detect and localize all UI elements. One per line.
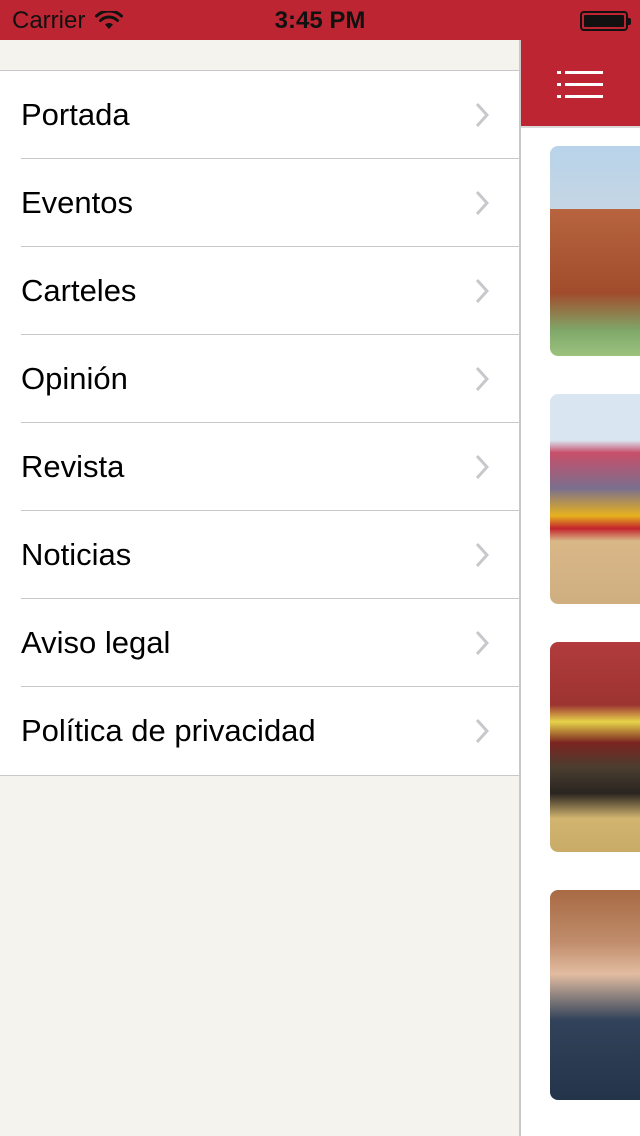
menu-list: Portada Eventos Carteles Opinión Revista… [0,70,519,776]
chevron-right-icon [475,542,489,568]
article-thumbnail[interactable] [550,642,640,852]
battery-icon [580,11,631,31]
article-thumbnail[interactable] [550,146,640,356]
menu-item-label: Opinión [21,361,128,396]
menu-item-portada[interactable]: Portada [0,71,519,159]
nav-bar [521,40,640,128]
chevron-right-icon [475,454,489,480]
menu-item-label: Portada [21,97,130,132]
menu-item-label: Eventos [21,185,134,220]
menu-item-carteles[interactable]: Carteles [0,247,519,335]
chevron-right-icon [475,718,489,744]
chevron-right-icon [475,278,489,304]
article-thumbnail[interactable] [550,890,640,1100]
menu-item-label: Noticias [21,537,132,572]
chevron-right-icon [475,630,489,656]
status-bar: Carrier 3:45 PM [0,0,640,40]
side-menu: Portada Eventos Carteles Opinión Revista… [0,40,519,1136]
article-thumbnail[interactable] [550,394,640,604]
chevron-right-icon [475,190,489,216]
menu-item-opinion[interactable]: Opinión [0,335,519,423]
menu-item-label: Aviso legal [21,625,171,660]
main-content [521,40,640,1136]
menu-item-noticias[interactable]: Noticias [0,511,519,599]
hamburger-menu-icon[interactable] [557,70,603,100]
status-time: 3:45 PM [274,7,366,34]
menu-item-label: Revista [21,449,125,484]
menu-item-revista[interactable]: Revista [0,423,519,511]
menu-item-label: Carteles [21,273,137,308]
menu-item-eventos[interactable]: Eventos [0,159,519,247]
menu-item-aviso-legal[interactable]: Aviso legal [0,599,519,687]
chevron-right-icon [475,102,489,128]
menu-item-politica-privacidad[interactable]: Política de privacidad [0,687,519,775]
chevron-right-icon [475,366,489,392]
menu-item-label: Política de privacidad [21,713,316,748]
